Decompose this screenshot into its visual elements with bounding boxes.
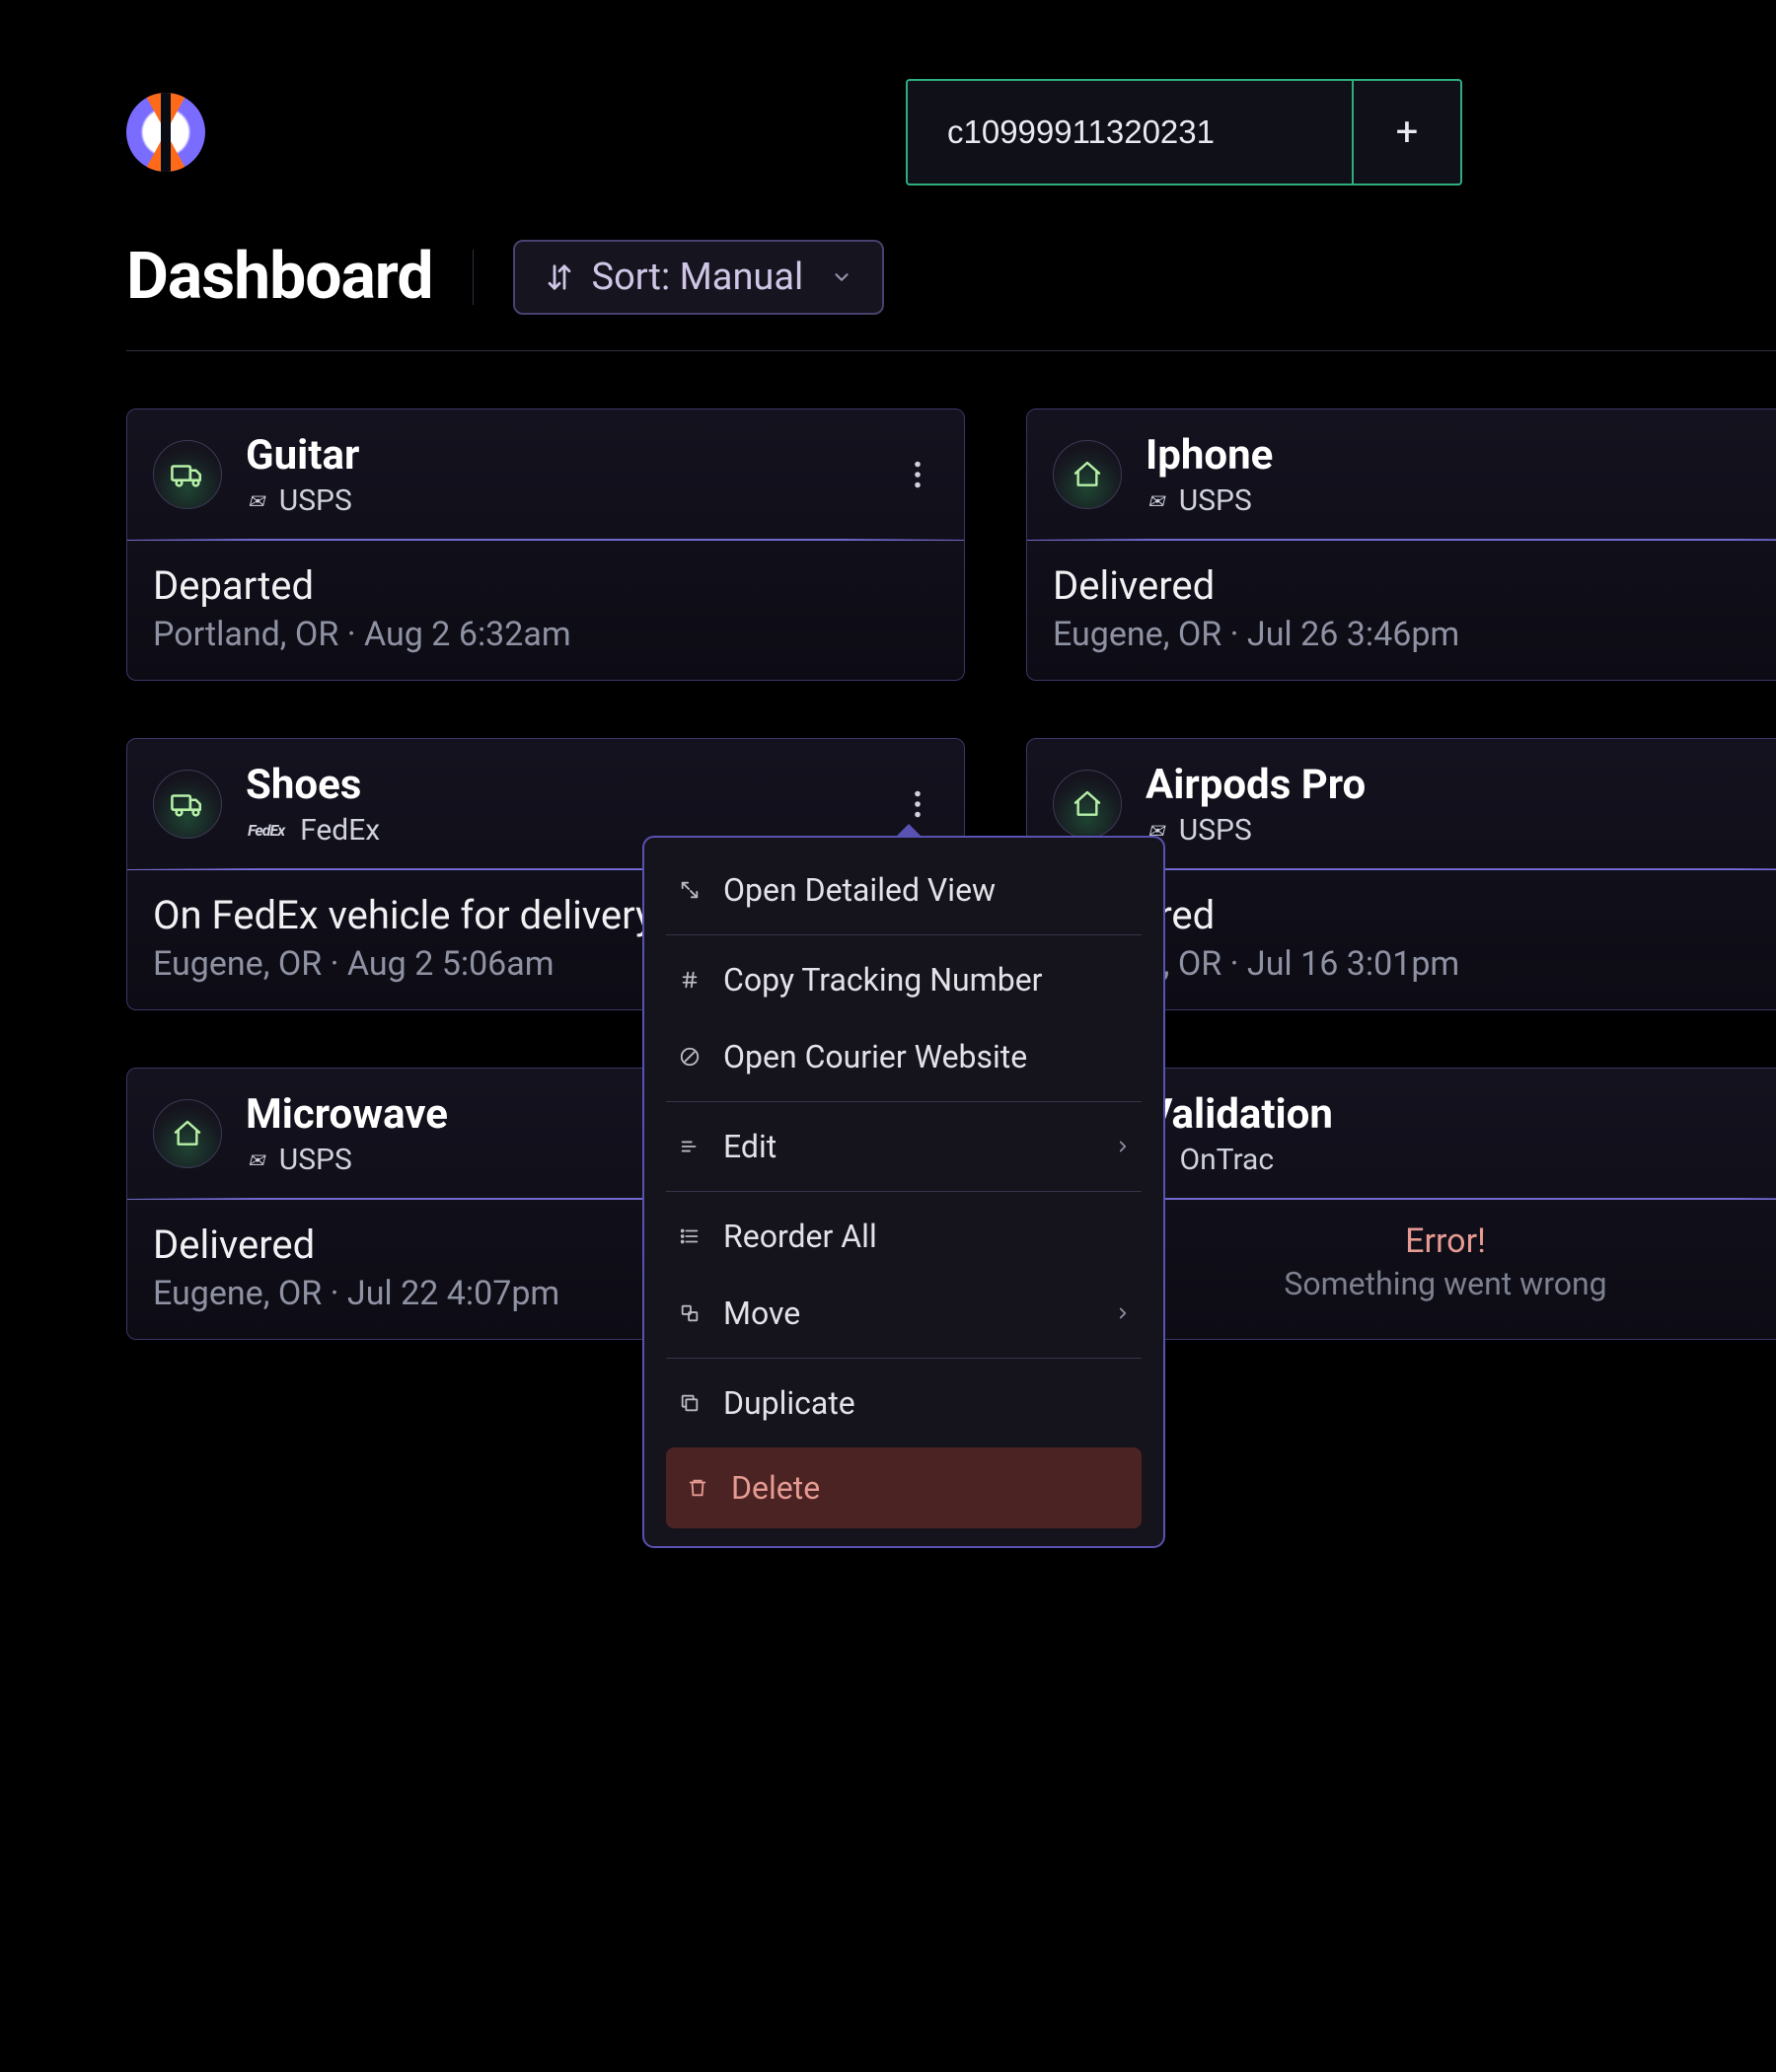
move-icon	[676, 1302, 703, 1324]
menu-separator	[666, 934, 1142, 935]
trash-icon	[684, 1477, 711, 1499]
fedex-icon: FedEx	[246, 821, 286, 840]
sort-label: Sort: Manual	[592, 256, 804, 299]
sort-button[interactable]: Sort: Manual	[513, 240, 885, 315]
carrier-label: USPS	[1179, 483, 1252, 518]
chevron-right-icon	[1114, 1304, 1132, 1322]
package-name: Guitar	[246, 431, 873, 480]
menu-delete[interactable]: Delete	[666, 1447, 1142, 1528]
menu-label: Copy Tracking Number	[723, 961, 1043, 999]
menu-label: Move	[723, 1295, 800, 1332]
package-name: Validation	[1146, 1090, 1773, 1139]
carrier-label: USPS	[279, 1143, 352, 1177]
tracking-input[interactable]	[906, 79, 1352, 185]
duplicate-icon	[676, 1392, 703, 1414]
package-card[interactable]: Guitar ✉ USPS Departed Portland, OR · Au…	[126, 408, 965, 681]
page-title: Dashboard	[126, 239, 433, 315]
sort-icon	[545, 262, 574, 292]
divider	[473, 250, 474, 305]
more-button[interactable]	[897, 454, 938, 495]
carrier-label: FedEx	[300, 813, 380, 848]
menu-edit[interactable]: Edit	[666, 1108, 1142, 1185]
list-icon	[676, 1225, 703, 1247]
home-icon	[1053, 440, 1122, 509]
menu-separator	[666, 1101, 1142, 1102]
status-text: Departed	[153, 562, 938, 609]
usps-icon: ✉	[1146, 489, 1165, 513]
menu-label: Duplicate	[723, 1384, 855, 1422]
status-text: Delivered	[1053, 562, 1776, 609]
compass-icon	[676, 1046, 703, 1068]
chevron-right-icon	[1114, 1138, 1132, 1155]
truck-icon	[153, 440, 222, 509]
add-button[interactable]: +	[1352, 79, 1462, 185]
meta-text: Eugene, OR · Jul 26 3:46pm	[1053, 615, 1776, 654]
edit-icon	[676, 1136, 703, 1157]
package-name: Shoes	[246, 761, 873, 809]
menu-label: Open Detailed View	[723, 871, 996, 909]
carrier-label: USPS	[1179, 813, 1252, 848]
menu-separator	[666, 1358, 1142, 1359]
home-icon	[153, 1099, 222, 1168]
carrier-label: OnTrac	[1179, 1143, 1274, 1177]
package-name: Airpods Pro	[1146, 761, 1773, 809]
usps-icon: ✉	[246, 1148, 265, 1172]
menu-move[interactable]: Move	[666, 1275, 1142, 1352]
package-name: Iphone	[1146, 431, 1773, 480]
context-menu: Open Detailed View Copy Tracking Number …	[642, 836, 1165, 1548]
usps-icon: ✉	[246, 489, 265, 513]
menu-label: Delete	[731, 1469, 820, 1507]
package-card[interactable]: Iphone ✉ USPS Delivered Eugene, OR · Jul…	[1026, 408, 1776, 681]
menu-open-detailed[interactable]: Open Detailed View	[666, 851, 1142, 928]
menu-label: Edit	[723, 1128, 777, 1165]
hash-icon	[676, 969, 703, 991]
menu-reorder[interactable]: Reorder All	[666, 1198, 1142, 1275]
menu-separator	[666, 1191, 1142, 1192]
menu-copy-tracking[interactable]: Copy Tracking Number	[666, 941, 1142, 1018]
chevron-down-icon	[831, 266, 852, 288]
plus-icon: +	[1396, 112, 1419, 152]
truck-icon	[153, 770, 222, 839]
package-card[interactable]: Shoes FedEx FedEx On FedEx vehicle for d…	[126, 738, 965, 1010]
home-icon	[1053, 770, 1122, 839]
carrier-label: USPS	[279, 483, 352, 518]
menu-open-courier[interactable]: Open Courier Website	[666, 1018, 1142, 1095]
expand-icon	[676, 879, 703, 901]
more-button[interactable]	[897, 783, 938, 825]
menu-duplicate[interactable]: Duplicate	[666, 1365, 1142, 1442]
menu-label: Reorder All	[723, 1218, 877, 1255]
meta-text: Portland, OR · Aug 2 6:32am	[153, 615, 938, 654]
app-logo	[126, 93, 205, 172]
menu-label: Open Courier Website	[723, 1038, 1027, 1075]
